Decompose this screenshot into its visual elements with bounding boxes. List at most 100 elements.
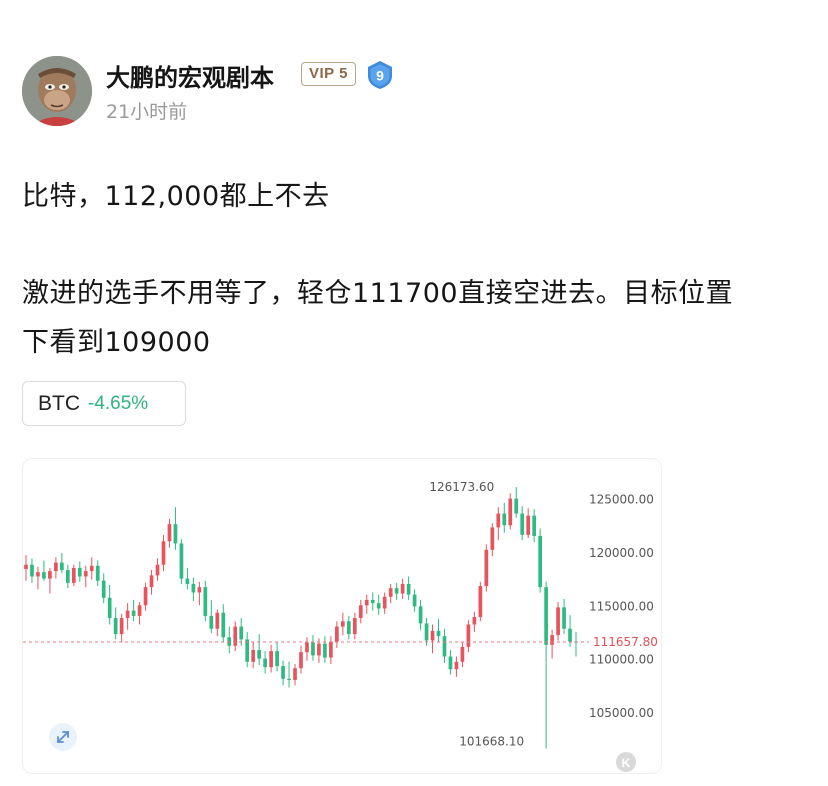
candle-body bbox=[358, 605, 363, 619]
candle-body bbox=[203, 587, 208, 616]
candle-body bbox=[119, 618, 124, 635]
candle-body bbox=[179, 543, 184, 579]
candle-body bbox=[550, 635, 554, 645]
candle-body bbox=[376, 603, 381, 609]
candle-body bbox=[484, 549, 489, 587]
candle-body bbox=[400, 583, 405, 594]
candle bbox=[36, 566, 40, 590]
candle bbox=[394, 582, 399, 600]
candle-body bbox=[562, 607, 566, 629]
candle bbox=[358, 599, 363, 624]
candle-body bbox=[48, 571, 52, 579]
candle bbox=[227, 626, 232, 654]
candle bbox=[60, 553, 64, 574]
expand-chart-button[interactable] bbox=[49, 723, 77, 751]
author-name[interactable]: 大鹏的宏观剧本 bbox=[106, 58, 274, 93]
candle bbox=[478, 581, 483, 622]
candle bbox=[562, 598, 566, 635]
y-axis-tick-label: 125000.00 bbox=[589, 493, 654, 507]
candle bbox=[544, 581, 548, 749]
candle-body bbox=[508, 498, 513, 526]
candle-body bbox=[125, 610, 130, 619]
candle-body bbox=[233, 626, 238, 646]
candle-body bbox=[335, 626, 339, 642]
candle bbox=[131, 599, 136, 622]
y-axis-tick-label: 110000.00 bbox=[589, 653, 654, 667]
avatar[interactable] bbox=[22, 56, 92, 126]
candle-body bbox=[454, 661, 459, 670]
candle-body bbox=[532, 515, 537, 536]
candle bbox=[352, 612, 357, 640]
candle-body bbox=[257, 650, 262, 659]
candle-body bbox=[101, 580, 106, 598]
candle-body bbox=[95, 565, 100, 581]
candle bbox=[65, 564, 70, 589]
candle-body bbox=[442, 636, 447, 657]
candle bbox=[221, 604, 226, 643]
candle bbox=[532, 509, 537, 543]
candle bbox=[30, 558, 34, 583]
candle bbox=[161, 534, 166, 572]
candle bbox=[436, 619, 441, 642]
candle-body bbox=[370, 599, 375, 604]
candle bbox=[167, 518, 172, 548]
candle-body bbox=[299, 652, 303, 669]
candle bbox=[370, 592, 375, 611]
candle bbox=[329, 636, 333, 664]
candle bbox=[48, 567, 52, 594]
candle-body bbox=[137, 605, 142, 616]
candle bbox=[556, 602, 560, 641]
k-logo-icon: K bbox=[616, 752, 636, 772]
candle-body bbox=[161, 541, 166, 565]
candle bbox=[400, 578, 405, 599]
candle-body bbox=[155, 564, 160, 576]
ape-avatar-image bbox=[22, 56, 92, 126]
post-time: 21小时前 bbox=[106, 101, 188, 123]
candle bbox=[83, 565, 88, 588]
candle bbox=[215, 609, 220, 637]
candle-body bbox=[287, 678, 291, 680]
candle bbox=[119, 613, 124, 642]
candle-body bbox=[54, 562, 58, 572]
candle bbox=[275, 641, 279, 672]
price-chart-card[interactable]: 125000.00 120000.00 115000.00 110000.00 1050… bbox=[22, 458, 662, 774]
candle-body bbox=[514, 498, 519, 514]
y-axis-tick-label: 105000.00 bbox=[589, 706, 654, 720]
candle-body bbox=[418, 606, 423, 624]
candle bbox=[340, 612, 345, 636]
candle bbox=[538, 528, 542, 593]
candle bbox=[502, 502, 507, 533]
candle-body bbox=[352, 618, 357, 635]
candlestick-chart: 125000.00 120000.00 115000.00 110000.00 1050… bbox=[23, 480, 658, 772]
y-axis-tick-label: 120000.00 bbox=[589, 546, 654, 560]
candle bbox=[335, 621, 339, 648]
candle-body bbox=[382, 596, 387, 609]
candle bbox=[191, 577, 196, 601]
post-text-line-3: 下看到109000 bbox=[22, 327, 211, 358]
candle-body bbox=[143, 587, 148, 606]
candle bbox=[101, 573, 106, 604]
candle bbox=[287, 661, 291, 688]
candle-body bbox=[364, 599, 369, 606]
candle-body bbox=[556, 607, 560, 636]
candle-body bbox=[251, 650, 256, 662]
candle-body bbox=[185, 578, 190, 584]
candle-body bbox=[502, 513, 507, 526]
candle-body bbox=[340, 621, 345, 627]
ticker-chip[interactable]: BTC -4.65% bbox=[22, 381, 186, 426]
candle-body bbox=[305, 642, 309, 653]
candle bbox=[442, 628, 447, 663]
candle-body bbox=[448, 656, 453, 670]
candle bbox=[448, 650, 453, 675]
level-shield-icon: 9 bbox=[368, 61, 392, 89]
candle-body bbox=[107, 597, 112, 619]
candle-body bbox=[430, 630, 435, 641]
candle-body bbox=[460, 646, 465, 662]
candle bbox=[89, 557, 94, 580]
candle bbox=[137, 602, 142, 625]
candle bbox=[155, 558, 160, 581]
candle bbox=[490, 523, 495, 557]
candle-body bbox=[311, 642, 315, 656]
candle-body bbox=[317, 643, 321, 656]
candle-body bbox=[346, 621, 351, 635]
